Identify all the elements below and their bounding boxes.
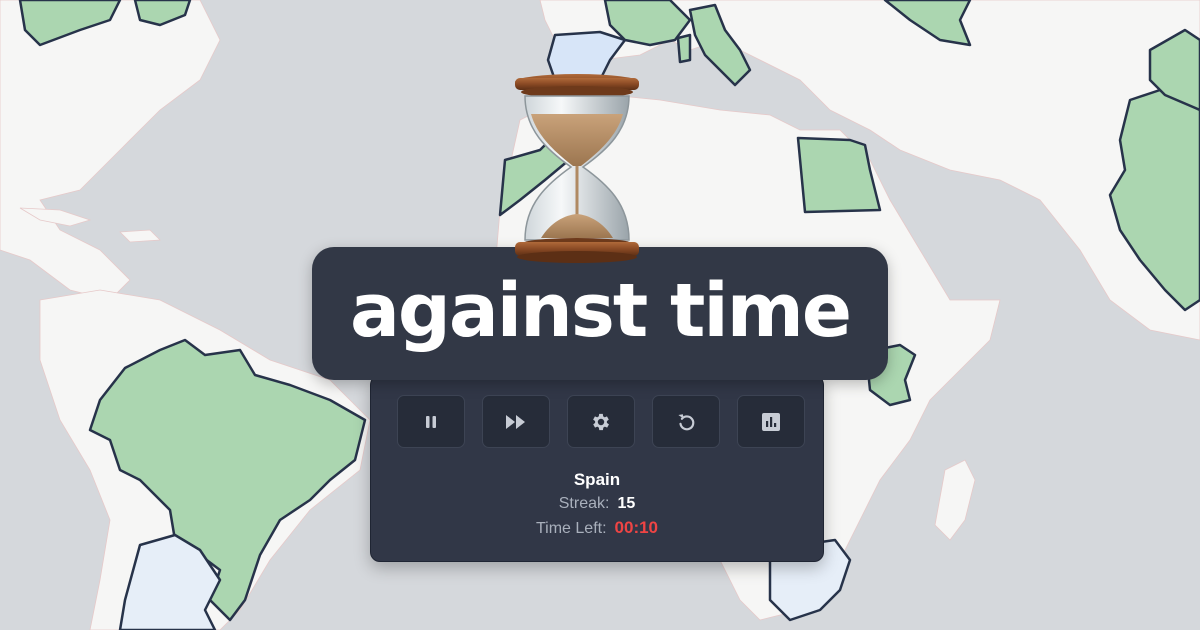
gear-icon	[593, 413, 609, 430]
settings-button[interactable]	[567, 395, 635, 448]
streak-value: 15	[617, 495, 636, 512]
restart-icon	[678, 413, 695, 430]
game-screen: Spain Streak: 15 Time Left: 00:10 against …	[0, 0, 1200, 630]
map-country-corsica	[676, 33, 692, 64]
map-land-madagascar	[934, 459, 976, 541]
skip-button[interactable]	[482, 395, 550, 448]
restart-button[interactable]	[652, 395, 720, 448]
mode-title: against time	[349, 267, 852, 354]
bar-chart-icon	[762, 412, 780, 431]
time-row: Time Left: 00:10	[371, 516, 823, 541]
pause-icon	[426, 415, 436, 428]
game-panel: Spain Streak: 15 Time Left: 00:10	[370, 375, 824, 562]
streak-label: Streak:	[558, 495, 610, 512]
stats-button[interactable]	[737, 395, 805, 448]
time-left-label: Time Left:	[535, 520, 607, 537]
map-country-egypt	[796, 136, 882, 214]
pause-button[interactable]	[397, 395, 465, 448]
round-info: Spain Streak: 15 Time Left: 00:10	[371, 468, 823, 541]
target-country: Spain	[573, 470, 621, 489]
fast-forward-icon	[506, 414, 525, 429]
streak-row: Streak: 15	[371, 492, 823, 516]
map-land-north-america	[0, 0, 221, 301]
hourglass-icon	[515, 74, 639, 263]
control-bar	[397, 395, 805, 448]
mode-title-banner: against time	[312, 247, 888, 380]
time-left-value: 00:10	[614, 518, 659, 537]
